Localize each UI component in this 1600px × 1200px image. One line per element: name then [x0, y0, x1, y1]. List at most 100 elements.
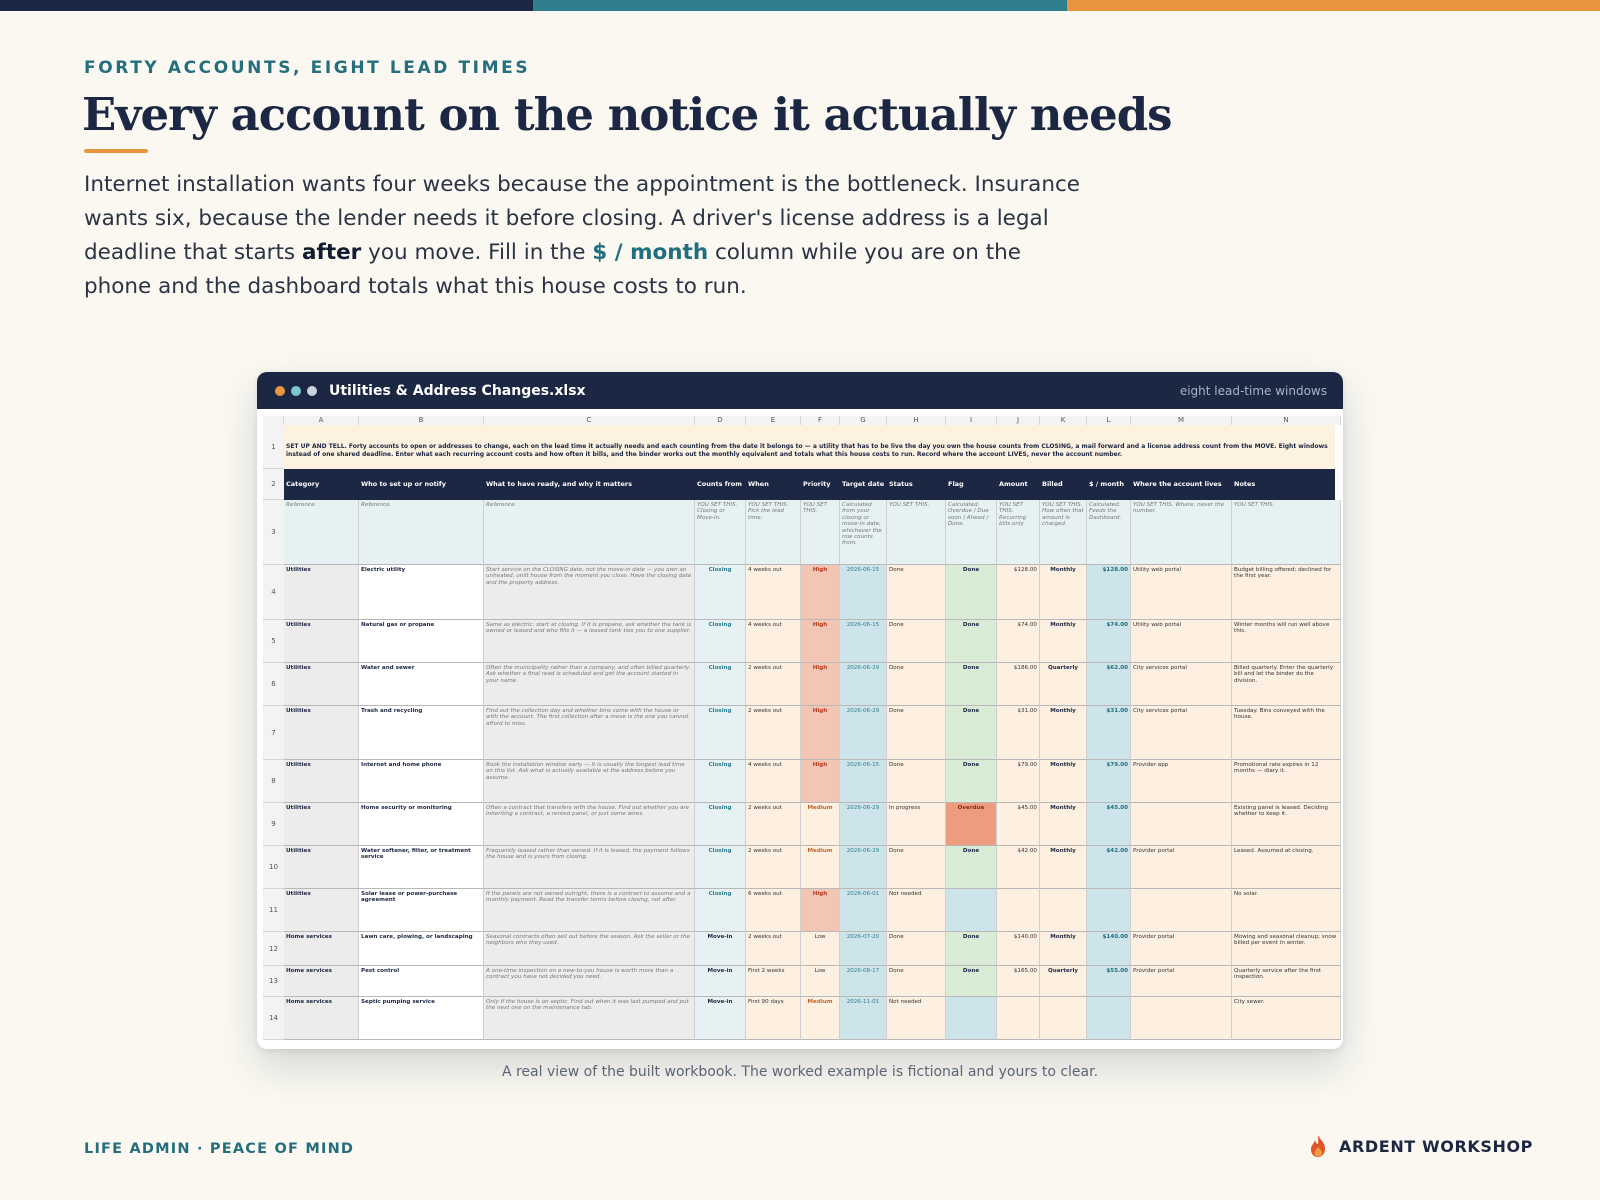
- table-cell[interactable]: Utilities: [284, 706, 359, 760]
- header-cell[interactable]: Category: [284, 469, 359, 500]
- table-cell[interactable]: Utilities: [284, 620, 359, 663]
- table-cell[interactable]: Done: [887, 663, 946, 706]
- table-cell[interactable]: Utilities: [284, 889, 359, 932]
- table-cell[interactable]: [1040, 997, 1087, 1040]
- header-cell[interactable]: Billed: [1040, 469, 1087, 500]
- table-cell[interactable]: Utility web portal: [1131, 565, 1232, 620]
- table-cell[interactable]: $45.00: [997, 803, 1040, 846]
- hint-cell[interactable]: Reference.: [484, 500, 695, 565]
- column-header-b[interactable]: B: [359, 416, 484, 425]
- table-cell[interactable]: Monthly: [1040, 932, 1087, 966]
- table-cell[interactable]: Internet and home phone: [359, 760, 484, 803]
- table-cell[interactable]: $140.00: [997, 932, 1040, 966]
- table-cell[interactable]: Home services: [284, 997, 359, 1040]
- header-cell[interactable]: Amount: [997, 469, 1040, 500]
- column-header-h[interactable]: H: [887, 416, 946, 425]
- table-cell[interactable]: Done: [887, 932, 946, 966]
- table-cell[interactable]: 2026-08-17: [840, 966, 887, 997]
- table-cell[interactable]: Billed quarterly. Enter the quarterly bi…: [1232, 663, 1341, 706]
- row-number-12[interactable]: 12: [263, 932, 284, 966]
- table-cell[interactable]: Home services: [284, 966, 359, 997]
- table-cell[interactable]: Septic pumping service: [359, 997, 484, 1040]
- sheet-corner[interactable]: [263, 416, 284, 425]
- row-number-1[interactable]: 1: [263, 425, 284, 469]
- table-cell[interactable]: 2026-07-20: [840, 932, 887, 966]
- row-number-5[interactable]: 5: [263, 620, 284, 663]
- table-cell[interactable]: Closing: [695, 889, 746, 932]
- table-cell[interactable]: Provider portal: [1131, 932, 1232, 966]
- column-header-g[interactable]: G: [840, 416, 887, 425]
- table-cell[interactable]: Done: [946, 966, 997, 997]
- table-cell[interactable]: $128.00: [1087, 565, 1131, 620]
- table-cell[interactable]: 6 weeks out: [746, 889, 801, 932]
- table-cell[interactable]: Closing: [695, 663, 746, 706]
- row-number-7[interactable]: 7: [263, 706, 284, 760]
- table-cell[interactable]: $165.00: [997, 966, 1040, 997]
- column-header-a[interactable]: A: [284, 416, 359, 425]
- table-cell[interactable]: Often the municipality rather than a com…: [484, 663, 695, 706]
- table-cell[interactable]: Utilities: [284, 663, 359, 706]
- table-cell[interactable]: [1040, 889, 1087, 932]
- row-number-4[interactable]: 4: [263, 565, 284, 620]
- table-cell[interactable]: Done: [946, 663, 997, 706]
- table-cell[interactable]: Utilities: [284, 760, 359, 803]
- hint-cell[interactable]: Reference.: [284, 500, 359, 565]
- header-cell[interactable]: Notes: [1232, 469, 1341, 500]
- table-cell[interactable]: Closing: [695, 846, 746, 889]
- table-cell[interactable]: Winter months will run well above this.: [1232, 620, 1341, 663]
- table-cell[interactable]: Monthly: [1040, 803, 1087, 846]
- row-number-2[interactable]: 2: [263, 469, 284, 500]
- table-cell[interactable]: Home security or monitoring: [359, 803, 484, 846]
- table-cell[interactable]: 2026-06-29: [840, 803, 887, 846]
- hint-cell[interactable]: YOU SET THIS. Pick the lead time.: [746, 500, 801, 565]
- row-number-13[interactable]: 13: [263, 966, 284, 997]
- table-cell[interactable]: [1087, 889, 1131, 932]
- header-cell[interactable]: Where the account lives: [1131, 469, 1232, 500]
- table-cell[interactable]: City services portal: [1131, 663, 1232, 706]
- table-cell[interactable]: Frequently leased rather than owned. If …: [484, 846, 695, 889]
- header-cell[interactable]: When: [746, 469, 801, 500]
- table-cell[interactable]: 2 weeks out: [746, 846, 801, 889]
- table-cell[interactable]: Water and sewer: [359, 663, 484, 706]
- table-cell[interactable]: Closing: [695, 760, 746, 803]
- table-cell[interactable]: 4 weeks out: [746, 565, 801, 620]
- table-cell[interactable]: Monthly: [1040, 620, 1087, 663]
- table-cell[interactable]: Done: [946, 706, 997, 760]
- table-cell[interactable]: Done: [946, 620, 997, 663]
- table-cell[interactable]: Tuesday. Bins conveyed with the house.: [1232, 706, 1341, 760]
- column-header-i[interactable]: I: [946, 416, 997, 425]
- table-cell[interactable]: High: [801, 663, 840, 706]
- table-cell[interactable]: Trash and recycling: [359, 706, 484, 760]
- table-cell[interactable]: $31.00: [1087, 706, 1131, 760]
- header-cell[interactable]: Counts from: [695, 469, 746, 500]
- header-cell[interactable]: Priority: [801, 469, 840, 500]
- table-cell[interactable]: 2026-06-15: [840, 620, 887, 663]
- table-cell[interactable]: Monthly: [1040, 846, 1087, 889]
- table-cell[interactable]: $74.00: [1087, 620, 1131, 663]
- table-cell[interactable]: Closing: [695, 565, 746, 620]
- table-cell[interactable]: No solar.: [1232, 889, 1341, 932]
- table-cell[interactable]: Provider portal: [1131, 846, 1232, 889]
- hint-cell[interactable]: YOU SET THIS.: [887, 500, 946, 565]
- row-number-3[interactable]: 3: [263, 500, 284, 565]
- table-cell[interactable]: Overdue: [946, 803, 997, 846]
- window-dot-grey[interactable]: [307, 385, 317, 396]
- column-header-j[interactable]: J: [997, 416, 1040, 425]
- table-cell[interactable]: 2 weeks out: [746, 803, 801, 846]
- table-cell[interactable]: 2 weeks out: [746, 932, 801, 966]
- hint-cell[interactable]: YOU SET THIS. Closing or Move-in.: [695, 500, 746, 565]
- table-cell[interactable]: Done: [887, 966, 946, 997]
- table-cell[interactable]: High: [801, 620, 840, 663]
- hint-cell[interactable]: Reference.: [359, 500, 484, 565]
- column-header-l[interactable]: L: [1087, 416, 1131, 425]
- table-cell[interactable]: Pest control: [359, 966, 484, 997]
- table-cell[interactable]: $31.00: [997, 706, 1040, 760]
- row-number-6[interactable]: 6: [263, 663, 284, 706]
- header-cell[interactable]: $ / month: [1087, 469, 1131, 500]
- column-header-n[interactable]: N: [1232, 416, 1341, 425]
- table-cell[interactable]: [1131, 803, 1232, 846]
- row-number-8[interactable]: 8: [263, 760, 284, 803]
- table-cell[interactable]: Medium: [801, 846, 840, 889]
- table-cell[interactable]: $45.00: [1087, 803, 1131, 846]
- header-cell[interactable]: Who to set up or notify: [359, 469, 484, 500]
